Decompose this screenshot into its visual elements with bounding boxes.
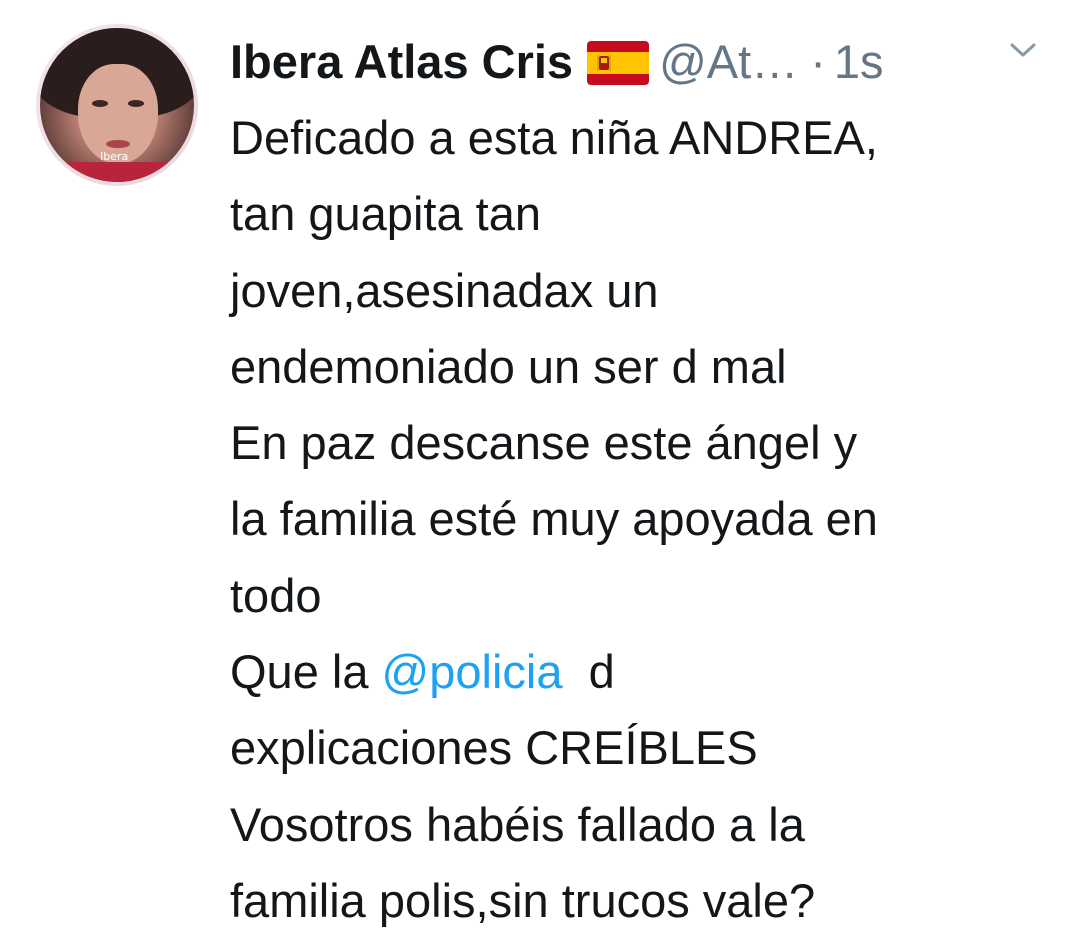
police-line-prefix: Que la bbox=[230, 645, 382, 699]
avatar-shirt bbox=[40, 162, 194, 182]
avatar-face bbox=[78, 64, 158, 164]
tweet-line: la familia esté muy apoyada en bbox=[230, 492, 878, 546]
tweet-header: Ibera Atlas Cris @At… · 1s bbox=[230, 32, 884, 92]
author-handle[interactable]: @At… bbox=[659, 32, 798, 92]
tweet-line: Deficado a esta niña ANDREA, bbox=[230, 111, 878, 164]
chevron-down-icon[interactable] bbox=[1008, 40, 1038, 60]
separator-dot: · bbox=[810, 35, 826, 88]
tweet-line: familia polis,sin trucos vale? bbox=[230, 873, 816, 927]
avatar-caption: Ibera bbox=[100, 150, 129, 163]
timestamp[interactable]: 1s bbox=[834, 32, 884, 92]
tweet-line: endemoniado un ser d mal bbox=[230, 339, 787, 393]
tweet-line: tan guapita tan bbox=[230, 187, 541, 241]
avatar-photo: Ibera bbox=[40, 28, 194, 182]
spain-flag-icon bbox=[587, 41, 650, 85]
tweet-line: Vosotros habéis fallado a la bbox=[230, 797, 805, 851]
tweet-line: explicaciones CREÍBLES bbox=[230, 721, 758, 775]
avatar-eye-left bbox=[92, 100, 108, 107]
avatar[interactable]: Ibera bbox=[36, 24, 198, 186]
tweet-text: Deficado a esta niña ANDREA, tan guapita… bbox=[230, 100, 1050, 939]
tweet-line: todo bbox=[230, 568, 322, 622]
tweet-line: joven,asesinadax un bbox=[230, 263, 659, 317]
tweet-line: En paz descanse este ángel y bbox=[230, 416, 858, 470]
mention-link-policia[interactable]: @policia bbox=[382, 645, 563, 698]
tweet-line-police: Que la @policia d bbox=[230, 634, 1050, 710]
author-name[interactable]: Ibera Atlas Cris bbox=[230, 32, 573, 92]
police-line-suffix: d bbox=[562, 645, 615, 699]
avatar-lips bbox=[106, 140, 130, 148]
tweet[interactable]: Ibera Ibera Atlas Cris @At… · 1s Deficad… bbox=[0, 0, 1072, 927]
avatar-eye-right bbox=[128, 100, 144, 107]
